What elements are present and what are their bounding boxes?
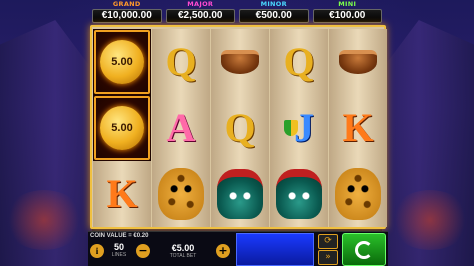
reel-3-cell-2: Q (211, 95, 269, 161)
reel-4-cell-2: J (270, 95, 328, 161)
bowl-icon (339, 50, 377, 74)
reel-2-cell-2: A (152, 95, 210, 161)
turbo-button[interactable]: » (318, 250, 338, 265)
autoplay-button[interactable]: ⟳ (318, 234, 338, 249)
ace-symbol: A (166, 105, 196, 150)
reel-2-cell-3 (152, 161, 210, 227)
queen-symbol: Q (283, 39, 315, 84)
jackpot-bar: GRAND €10,000.00 MAJOR €2,500.00 MINOR €… (92, 0, 382, 24)
jackpot-major-value: €2,500.00 (165, 9, 235, 23)
king-symbol: K (342, 105, 374, 150)
jackpot-grand: GRAND €10,000.00 (92, 0, 162, 24)
bet-increase-button[interactable]: + (216, 244, 230, 258)
torch-glow-left (4, 190, 84, 250)
reel-1-cell-2: 5.00 (93, 95, 151, 161)
spin-button[interactable] (342, 233, 386, 266)
queen-symbol: Q (165, 39, 197, 84)
lines-value: 50 (113, 242, 124, 252)
reel-2-cell-1: Q (152, 29, 210, 95)
reel-4: Q J (270, 29, 328, 227)
jackpot-mini-value: €100.00 (312, 9, 382, 23)
jaguar-icon (335, 168, 381, 220)
jaguar-icon (158, 168, 204, 220)
jackpot-major: MAJOR €2,500.00 (165, 0, 235, 24)
serpent-mask-icon (276, 169, 322, 219)
jackpot-minor-value: €500.00 (239, 9, 309, 23)
total-bet-display: €5.00 TOTAL BET (154, 243, 212, 259)
king-symbol: K (106, 171, 138, 216)
reel-5-cell-1 (329, 29, 387, 95)
reel-grid: 5.00 5.00 K Q A Q Q J K (90, 25, 387, 229)
lines-display: 50 LINES (108, 242, 130, 258)
torch-glow-right (390, 190, 470, 250)
reel-4-cell-3 (270, 161, 328, 227)
reel-5: K (329, 29, 387, 227)
reel-3-cell-3 (211, 161, 269, 227)
reel-3-cell-1 (211, 29, 269, 95)
queen-symbol: Q (224, 105, 256, 150)
coin-value-label: COIN VALUE = €0.20 (90, 233, 149, 239)
serpent-mask-icon (217, 169, 263, 219)
reel-5-cell-3 (329, 161, 387, 227)
jack-symbol: J (294, 105, 314, 150)
jackpot-mini-label: MINI (338, 0, 357, 8)
jackpot-grand-label: GRAND (112, 0, 141, 8)
reel-4-cell-1: Q (270, 29, 328, 95)
jackpot-minor-label: MINOR (260, 0, 287, 8)
bet-decrease-button[interactable]: − (136, 244, 150, 258)
jackpot-grand-value: €10,000.00 (92, 9, 162, 23)
reel-2: Q A (152, 29, 210, 227)
jackpot-mini: MINI €100.00 (312, 0, 382, 24)
total-bet-value: €5.00 (171, 243, 195, 253)
reel-1-cell-1: 5.00 (93, 29, 151, 95)
reel-1: 5.00 5.00 K (93, 29, 151, 227)
reel-1-cell-3: K (93, 161, 151, 227)
info-button[interactable]: i (90, 244, 104, 258)
reel-3: Q (211, 29, 269, 227)
total-bet-label: TOTAL BET (169, 253, 197, 259)
spin-arrow-icon (355, 240, 373, 259)
lines-label: LINES (111, 252, 127, 258)
reel-5-cell-2: K (329, 95, 387, 161)
jackpot-minor: MINOR €500.00 (239, 0, 309, 24)
jackpot-major-label: MAJOR (187, 0, 214, 8)
bowl-icon (221, 50, 259, 74)
win-display-panel (236, 233, 314, 266)
